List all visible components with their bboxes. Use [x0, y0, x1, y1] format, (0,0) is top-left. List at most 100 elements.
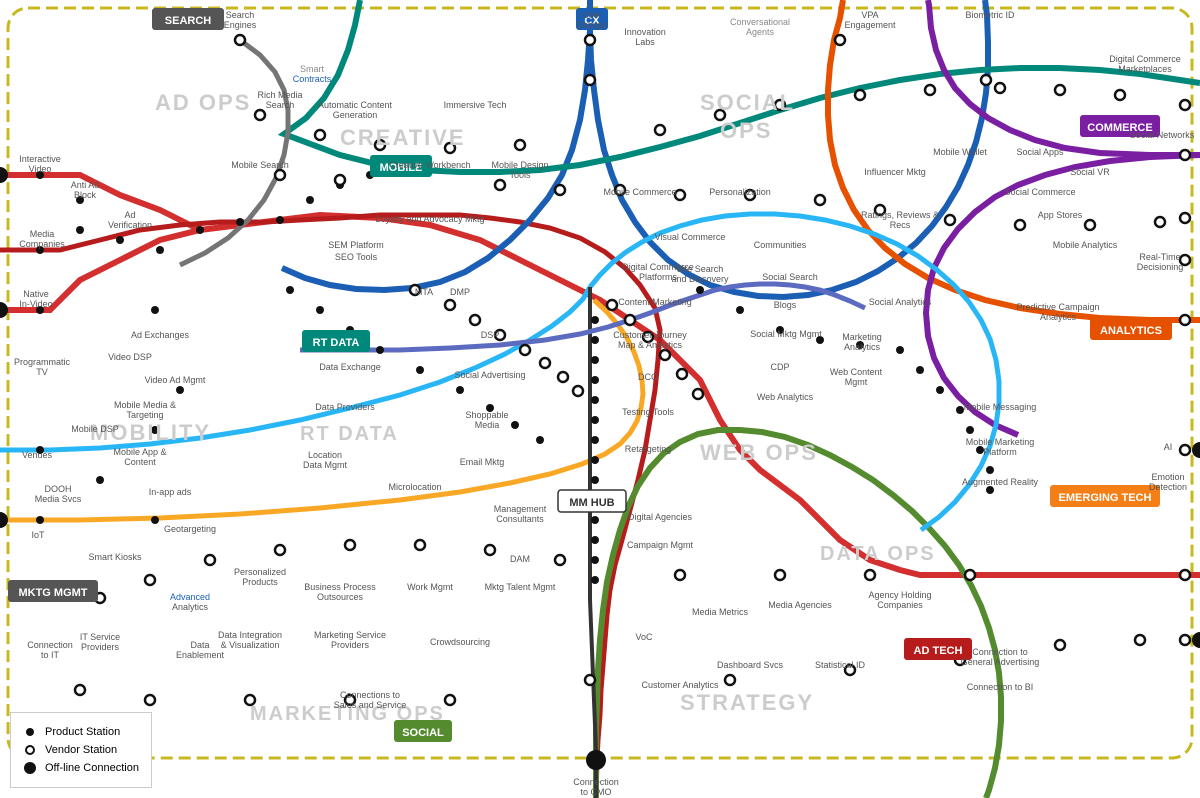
svg-text:Social Search: Social Search: [762, 272, 818, 282]
svg-text:Media Metrics: Media Metrics: [692, 607, 749, 617]
svg-text:Providers: Providers: [331, 640, 370, 650]
svg-text:IoT: IoT: [31, 530, 45, 540]
svg-text:Targeting: Targeting: [126, 410, 163, 420]
legend-vendor-station: Vendor Station: [23, 743, 139, 757]
svg-text:Connection: Connection: [573, 777, 619, 787]
svg-text:Outsources: Outsources: [317, 592, 364, 602]
svg-text:SEARCH: SEARCH: [165, 15, 212, 27]
svg-text:Customer Journey: Customer Journey: [613, 330, 687, 340]
svg-text:Retargeting: Retargeting: [625, 444, 672, 454]
svg-text:STRATEGY: STRATEGY: [680, 690, 814, 715]
svg-text:Microlocation: Microlocation: [388, 482, 441, 492]
svg-text:Data Providers: Data Providers: [315, 402, 375, 412]
svg-text:Engines: Engines: [224, 20, 257, 30]
svg-text:Connection: Connection: [27, 640, 73, 650]
svg-text:Blogs: Blogs: [774, 300, 797, 310]
svg-text:Analytics: Analytics: [844, 342, 881, 352]
svg-text:DMP: DMP: [450, 287, 470, 297]
svg-text:Map & Analytics: Map & Analytics: [618, 340, 683, 350]
svg-text:Decisioning: Decisioning: [1137, 262, 1184, 272]
svg-text:App Stores: App Stores: [1038, 210, 1083, 220]
map-container: AD OPS CREATIVE SOCIAL OPS MOBILITY RT D…: [0, 0, 1200, 798]
svg-text:Social VR: Social VR: [1070, 167, 1110, 177]
svg-text:& Visualization: & Visualization: [221, 640, 280, 650]
svg-text:Analytics: Analytics: [172, 602, 209, 612]
svg-text:Consultants: Consultants: [496, 514, 544, 524]
svg-text:Video DSP: Video DSP: [108, 352, 152, 362]
svg-text:Communities: Communities: [754, 240, 807, 250]
svg-text:SEO Tools: SEO Tools: [335, 252, 378, 262]
svg-text:Visual Commerce: Visual Commerce: [655, 232, 726, 242]
svg-text:Groups: Groups: [577, 20, 607, 30]
svg-text:Interactive: Interactive: [19, 154, 61, 164]
svg-text:Social Networks: Social Networks: [1130, 130, 1195, 140]
svg-text:Products: Products: [242, 577, 278, 587]
svg-text:Search: Search: [266, 100, 295, 110]
svg-text:Shoppable: Shoppable: [465, 410, 508, 420]
svg-text:Agency Holding: Agency Holding: [868, 590, 931, 600]
svg-text:RT DATA: RT DATA: [313, 337, 360, 349]
svg-text:DSP: DSP: [481, 330, 500, 340]
svg-text:Engagement: Engagement: [844, 20, 896, 30]
svg-text:to IT: to IT: [41, 650, 60, 660]
svg-text:In-Video: In-Video: [19, 299, 52, 309]
svg-text:Companies: Companies: [19, 239, 65, 249]
svg-text:Mobile Messaging: Mobile Messaging: [964, 402, 1037, 412]
svg-text:Marketing Service: Marketing Service: [314, 630, 386, 640]
svg-text:User: User: [582, 10, 601, 20]
svg-text:Immersive Tech: Immersive Tech: [444, 100, 507, 110]
svg-text:Mobile Wallet: Mobile Wallet: [933, 147, 987, 157]
svg-text:Media Agencies: Media Agencies: [768, 600, 832, 610]
svg-text:Loyalty and Advocacy Mktg: Loyalty and Advocacy Mktg: [375, 214, 484, 224]
svg-text:Influencer Mktg: Influencer Mktg: [864, 167, 926, 177]
svg-text:Business Process: Business Process: [304, 582, 376, 592]
svg-text:Search: Search: [226, 10, 255, 20]
svg-text:Data Exchange: Data Exchange: [319, 362, 381, 372]
svg-text:Location: Location: [308, 450, 342, 460]
svg-text:Testing Tools: Testing Tools: [622, 407, 674, 417]
svg-text:MKTG MGMT: MKTG MGMT: [18, 587, 87, 599]
svg-text:Tools: Tools: [509, 170, 531, 180]
svg-text:SOCIAL: SOCIAL: [700, 90, 795, 115]
svg-text:Media: Media: [475, 420, 500, 430]
svg-text:Mobile Commerce: Mobile Commerce: [603, 187, 676, 197]
svg-text:to CMO: to CMO: [580, 787, 611, 797]
svg-text:Social Apps: Social Apps: [1016, 147, 1064, 157]
svg-text:Marketing: Marketing: [842, 332, 882, 342]
legend-product-label: Product Station: [45, 726, 120, 738]
svg-text:Web Content: Web Content: [830, 367, 883, 377]
svg-text:IT Service: IT Service: [80, 632, 120, 642]
svg-text:Ad: Ad: [124, 210, 135, 220]
svg-text:OPS: OPS: [720, 118, 772, 143]
svg-text:DOOH: DOOH: [45, 484, 72, 494]
svg-text:Advanced: Advanced: [170, 592, 210, 602]
svg-text:Dashboard Svcs: Dashboard Svcs: [717, 660, 784, 670]
svg-text:Ad Exchanges: Ad Exchanges: [131, 330, 190, 340]
svg-text:DCO: DCO: [638, 372, 658, 382]
svg-text:Detection: Detection: [1149, 482, 1187, 492]
svg-text:Mobile Design: Mobile Design: [491, 160, 548, 170]
svg-text:Real-Time: Real-Time: [1139, 252, 1180, 262]
legend-vendor-label: Vendor Station: [45, 744, 117, 756]
svg-text:AI: AI: [1164, 442, 1173, 452]
svg-text:Mobile Marketing: Mobile Marketing: [966, 437, 1035, 447]
svg-text:Platform: Platform: [983, 447, 1017, 457]
svg-text:RT DATA: RT DATA: [300, 423, 399, 445]
svg-text:Biometric ID: Biometric ID: [965, 10, 1015, 20]
svg-text:Conversational: Conversational: [730, 17, 790, 27]
svg-text:Automatic Content: Automatic Content: [318, 100, 393, 110]
svg-text:Emotion: Emotion: [1151, 472, 1184, 482]
svg-text:Customer Analytics: Customer Analytics: [641, 680, 719, 690]
svg-text:WEB OPS: WEB OPS: [700, 440, 818, 465]
svg-text:Data Integration: Data Integration: [218, 630, 282, 640]
svg-text:ANALYTICS: ANALYTICS: [1100, 325, 1162, 337]
svg-text:Augmented Reality: Augmented Reality: [962, 477, 1039, 487]
svg-text:Crowdsourcing: Crowdsourcing: [430, 637, 490, 647]
svg-text:Mktg Talent Mgmt: Mktg Talent Mgmt: [485, 582, 556, 592]
svg-text:Web Analytics: Web Analytics: [757, 392, 814, 402]
svg-text:Venues: Venues: [22, 450, 53, 460]
svg-text:Data Mgmt: Data Mgmt: [303, 460, 348, 470]
svg-text:Mobile Search: Mobile Search: [231, 160, 289, 170]
svg-text:Connections to: Connections to: [340, 690, 400, 700]
svg-text:Mobile DSP: Mobile DSP: [71, 424, 119, 434]
